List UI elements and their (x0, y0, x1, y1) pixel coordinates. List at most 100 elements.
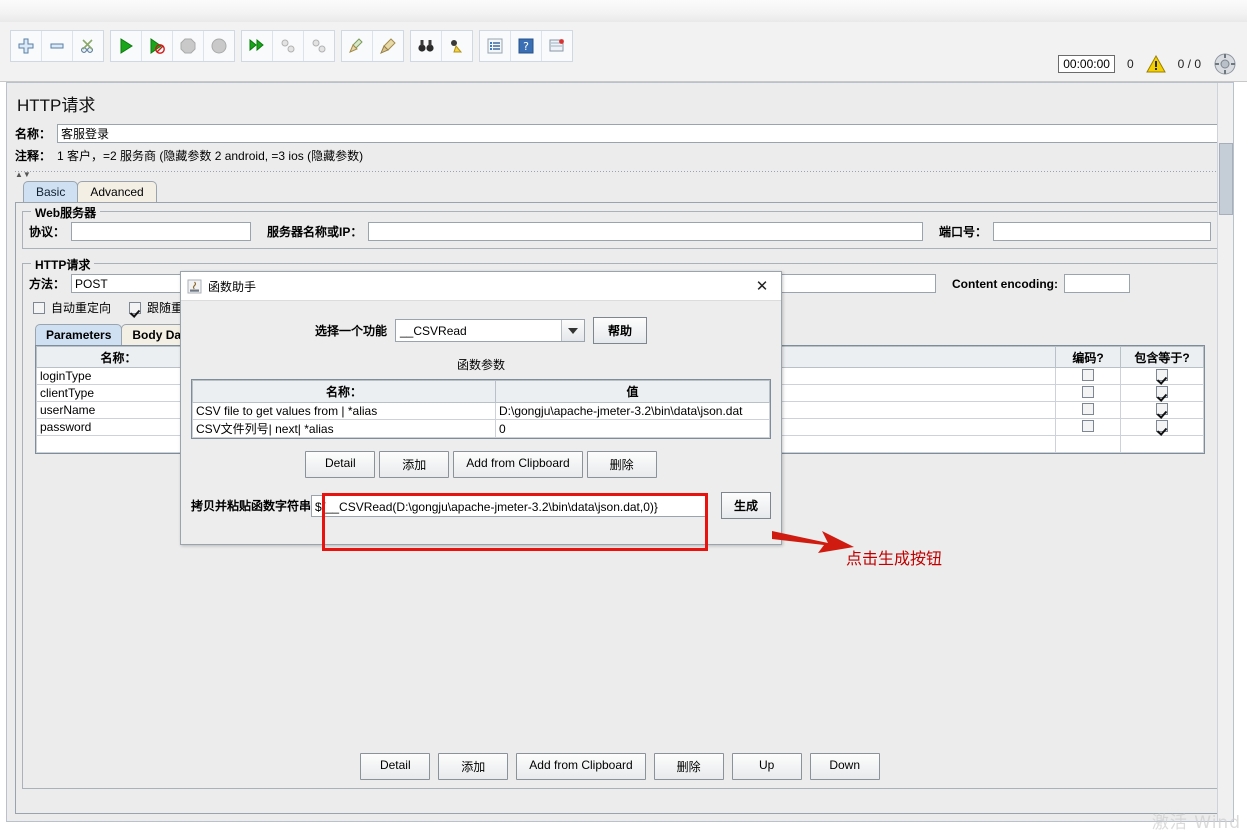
start-remote-button[interactable] (242, 31, 273, 61)
delete-param-button[interactable]: 删除 (653, 753, 724, 780)
cut-paste-button[interactable] (73, 31, 103, 61)
name-input[interactable]: 客服登录 (57, 124, 1225, 143)
stop-button[interactable] (173, 31, 204, 61)
auto-redirect-checkbox[interactable] (33, 301, 45, 314)
help-button[interactable]: ? (511, 31, 542, 61)
warning-icon[interactable] (1145, 55, 1166, 73)
fn-cell-value[interactable]: 0 (495, 419, 770, 438)
col-encode: 编码? (1055, 346, 1121, 368)
auto-redirect-label: 自动重定向 (51, 301, 112, 315)
fn-col-value: 值 (495, 380, 770, 403)
add-button[interactable] (11, 31, 42, 61)
shutdown-icon (211, 38, 227, 54)
remove-button[interactable] (42, 31, 73, 61)
start-no-pauses-button[interactable] (142, 31, 173, 61)
cell-include-equals[interactable] (1120, 367, 1204, 385)
cell-name[interactable]: password (36, 418, 201, 436)
search-button[interactable] (411, 31, 442, 61)
cell-encode[interactable] (1055, 367, 1121, 385)
toolbar-group-clear (341, 30, 404, 62)
include-equals-checkbox[interactable] (1156, 402, 1168, 415)
function-helper-button[interactable] (480, 31, 511, 61)
content-encoding-input[interactable] (1064, 274, 1130, 293)
dialog-button-row: Detail 添加 Add from Clipboard 删除 (191, 451, 771, 478)
include-equals-checkbox[interactable] (1156, 385, 1168, 398)
chevron-down-icon[interactable] (561, 320, 584, 341)
panel-scroll-thumb[interactable] (1219, 143, 1233, 215)
fn-cell-name[interactable]: CSV file to get values from | *alias (192, 402, 496, 420)
fn-table-row[interactable]: CSV file to get values from | *alias D:\g… (192, 402, 770, 420)
cell-encode[interactable] (1055, 401, 1121, 419)
reset-search-button[interactable] (442, 31, 472, 61)
templates-button[interactable] (542, 31, 572, 61)
parameters-button-row: Detail 添加 Add from Clipboard 删除 Up Down (23, 753, 1217, 780)
clear-all-button[interactable] (373, 31, 403, 61)
cell-encode[interactable] (1055, 384, 1121, 402)
function-helper-dialog: 函数助手 ✕ 选择一个功能 __CSVRead 帮助 函数参数 名称： 值 CS… (180, 271, 782, 551)
move-down-button[interactable]: Down (809, 753, 880, 780)
tab-parameters[interactable]: Parameters (35, 324, 123, 345)
add-param-button[interactable]: 添加 (438, 753, 509, 780)
cell-include-equals[interactable] (1120, 384, 1204, 402)
stop-icon (180, 38, 196, 54)
encode-checkbox[interactable] (1082, 368, 1094, 381)
server-input[interactable] (368, 222, 923, 241)
generated-string-input[interactable]: ${__CSVRead(D:\gongju\apache-jmeter-3.2\… (311, 494, 707, 517)
protocol-label: 协议： (29, 225, 66, 239)
toolbar-group-run (110, 30, 235, 62)
dialog-add-button[interactable]: 添加 (379, 451, 450, 478)
dialog-add-from-clipboard-button[interactable]: Add from Clipboard (453, 451, 583, 478)
tab-basic[interactable]: Basic (23, 181, 79, 202)
help-button-dialog[interactable]: 帮助 (593, 317, 648, 344)
fn-table-row[interactable]: CSV文件列号| next| *alias 0 (192, 419, 770, 438)
encode-checkbox[interactable] (1082, 385, 1094, 398)
move-up-button[interactable]: Up (731, 753, 802, 780)
encode-checkbox[interactable] (1082, 419, 1094, 432)
cell-name[interactable]: userName (36, 401, 201, 419)
shutdown-button[interactable] (204, 31, 234, 61)
follow-redirect-checkbox[interactable] (129, 301, 142, 314)
cell-include-equals[interactable] (1120, 418, 1204, 436)
col-include-equals: 包含等于? (1120, 346, 1204, 368)
toolbar-group-edit (10, 30, 104, 62)
generate-button[interactable]: 生成 (720, 492, 771, 519)
encode-checkbox[interactable] (1082, 402, 1094, 415)
detail-button[interactable]: Detail (360, 753, 431, 780)
port-input[interactable] (993, 222, 1211, 241)
tab-advanced[interactable]: Advanced (77, 181, 157, 202)
start-button[interactable] (111, 31, 142, 61)
cell-include-equals[interactable] (1120, 401, 1204, 419)
include-equals-checkbox[interactable] (1156, 419, 1168, 432)
fn-cell-value[interactable]: D:\gongju\apache-jmeter-3.2\bin\data\jso… (495, 402, 770, 420)
question-icon: ? (518, 38, 534, 54)
thread-count: 0 / 0 (1177, 57, 1201, 71)
comment-row: 注释： 1 客户，=2 服务商 (隐藏参数 2 android, =3 ios … (7, 145, 1233, 169)
cell-empty (1055, 435, 1121, 453)
dialog-delete-button[interactable]: 删除 (586, 451, 657, 478)
close-icon[interactable]: ✕ (749, 273, 775, 299)
comment-input[interactable]: 1 客户，=2 服务商 (隐藏参数 2 android, =3 ios (隐藏参… (57, 147, 1225, 164)
dialog-titlebar: 函数助手 ✕ (181, 272, 781, 301)
httprequest-group-title: HTTP请求 (31, 256, 95, 273)
function-select[interactable]: __CSVRead (395, 319, 585, 342)
shutdown-remote-button[interactable] (304, 31, 334, 61)
threads-gauge-icon[interactable] (1213, 52, 1237, 76)
svg-text:?: ? (523, 40, 529, 53)
start-icon (120, 38, 133, 54)
dialog-detail-button[interactable]: Detail (305, 451, 376, 478)
annotation-text: 点击生成按钮 (846, 549, 943, 568)
protocol-input[interactable] (71, 222, 252, 241)
cell-encode[interactable] (1055, 418, 1121, 436)
webserver-group: Web服务器 协议： 服务器名称或IP： 端口号： (22, 204, 1218, 249)
add-from-clipboard-button[interactable]: Add from Clipboard (516, 753, 646, 780)
select-function-label: 选择一个功能 (314, 324, 387, 338)
fn-cell-name[interactable]: CSV文件列号| next| *alias (192, 419, 496, 438)
add-icon (18, 38, 34, 54)
collapse-toggle[interactable]: ▲▼ (7, 171, 1233, 179)
stop-remote-button[interactable] (273, 31, 304, 61)
panel-vertical-scrollbar[interactable] (1217, 83, 1233, 821)
clear-button[interactable] (342, 31, 373, 61)
cell-name[interactable]: clientType (36, 384, 201, 402)
include-equals-checkbox[interactable] (1156, 368, 1168, 381)
cell-name[interactable]: loginType (36, 367, 201, 385)
